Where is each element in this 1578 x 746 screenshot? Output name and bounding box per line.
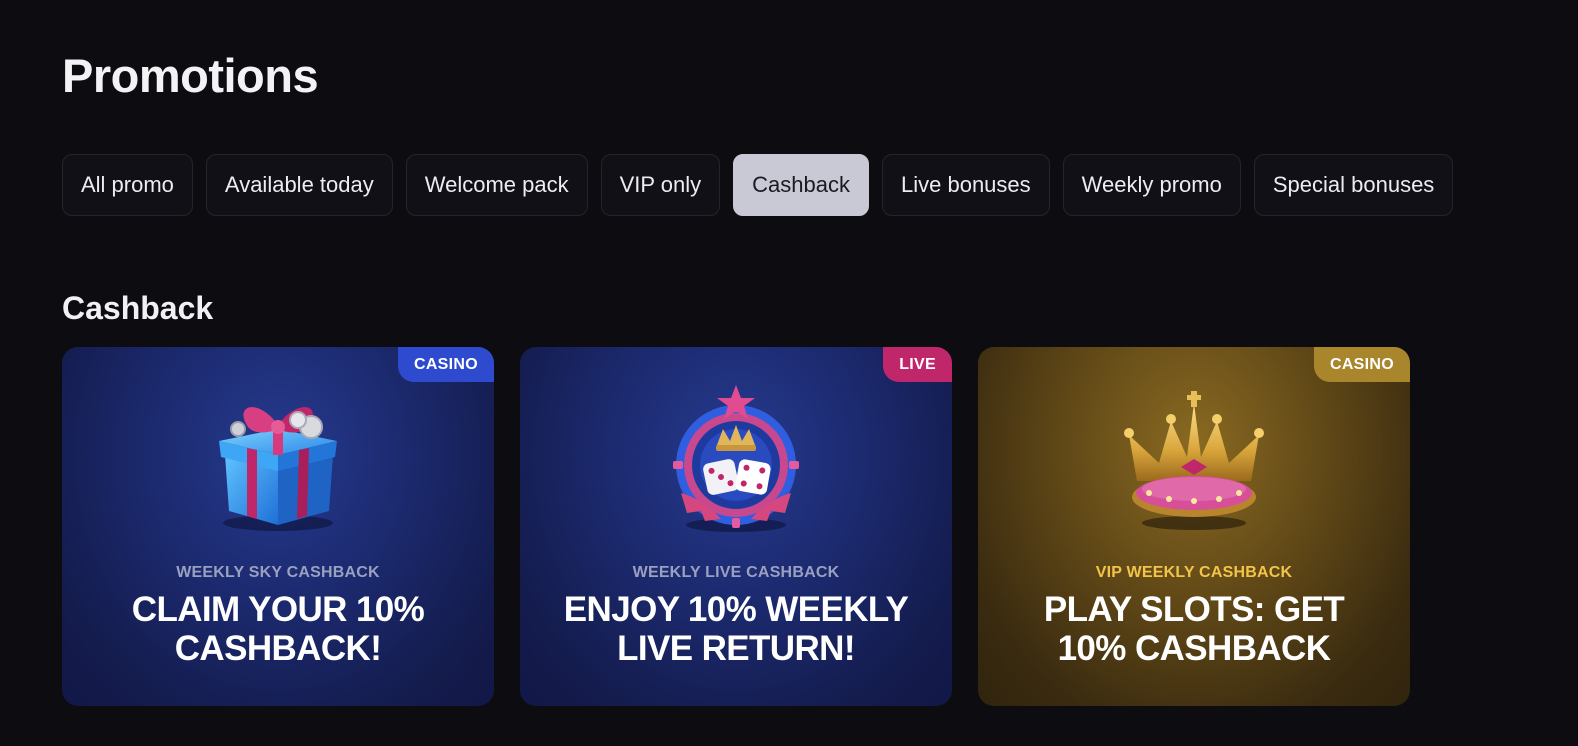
filter-special-bonuses[interactable]: Special bonuses	[1253, 154, 1454, 216]
promo-card-weekly-live-cashback[interactable]: LIVE WEEKLY LIVE CASHBACK ENJOY 10% WEEK…	[520, 347, 952, 706]
gift-box-icon	[219, 407, 337, 531]
promo-card-vip-weekly-cashback[interactable]: CASINO VIP WEEKLY CASHBACK PLAY SLOTS: G…	[978, 347, 1410, 706]
filter-weekly-promo[interactable]: Weekly promo	[1062, 154, 1241, 216]
filter-vip-only[interactable]: VIP only	[600, 154, 721, 216]
promo-card-weekly-sky-cashback[interactable]: CASINO WEEKLY SKY CASHBACK CLAIM YOUR 10…	[62, 347, 494, 706]
promo-headline-line: CASHBACK!	[174, 629, 382, 668]
filter-cashback[interactable]: Cashback	[733, 154, 869, 216]
crown-icon	[1124, 391, 1264, 530]
filter-welcome-pack[interactable]: Welcome pack	[405, 154, 588, 216]
promo-headline-line: LIVE RETURN!	[617, 629, 855, 668]
filter-available-today[interactable]: Available today	[205, 154, 393, 216]
promo-headline-line: 10% CASHBACK	[1057, 629, 1331, 668]
filter-live-bonuses[interactable]: Live bonuses	[882, 154, 1050, 216]
promo-headline-line: CLAIM YOUR 10%	[131, 590, 425, 629]
page-title: Promotions	[62, 49, 319, 102]
promo-headline-line: ENJOY 10% WEEKLY	[563, 590, 909, 629]
promo-headline: CLAIM YOUR 10% CASHBACK!	[82, 590, 474, 668]
promo-subtitle: WEEKLY LIVE CASHBACK	[632, 564, 840, 581]
promo-filter-tabs: All promo Available today Welcome pack V…	[62, 154, 1454, 216]
promo-headline-line: PLAY SLOTS: GET	[1043, 590, 1345, 629]
promo-headline: ENJOY 10% WEEKLY LIVE RETURN!	[540, 590, 932, 668]
promo-headline: PLAY SLOTS: GET 10% CASHBACK	[998, 590, 1390, 668]
promotions-page: Promotions All promo Available today Wel…	[0, 0, 1578, 746]
promo-card-list: CASINO WEEKLY SKY CASHBACK CLAIM YOUR 10…	[62, 347, 1410, 706]
category-badge: CASINO	[397, 347, 494, 382]
dice-crown-emblem-icon	[673, 385, 799, 532]
section-title: Cashback	[62, 290, 214, 326]
promo-subtitle: VIP WEEKLY CASHBACK	[1095, 564, 1293, 581]
category-badge: CASINO	[1313, 347, 1410, 382]
filter-all-promo[interactable]: All promo	[62, 154, 193, 216]
category-badge: LIVE	[883, 347, 952, 382]
promo-subtitle: WEEKLY SKY CASHBACK	[176, 564, 380, 581]
